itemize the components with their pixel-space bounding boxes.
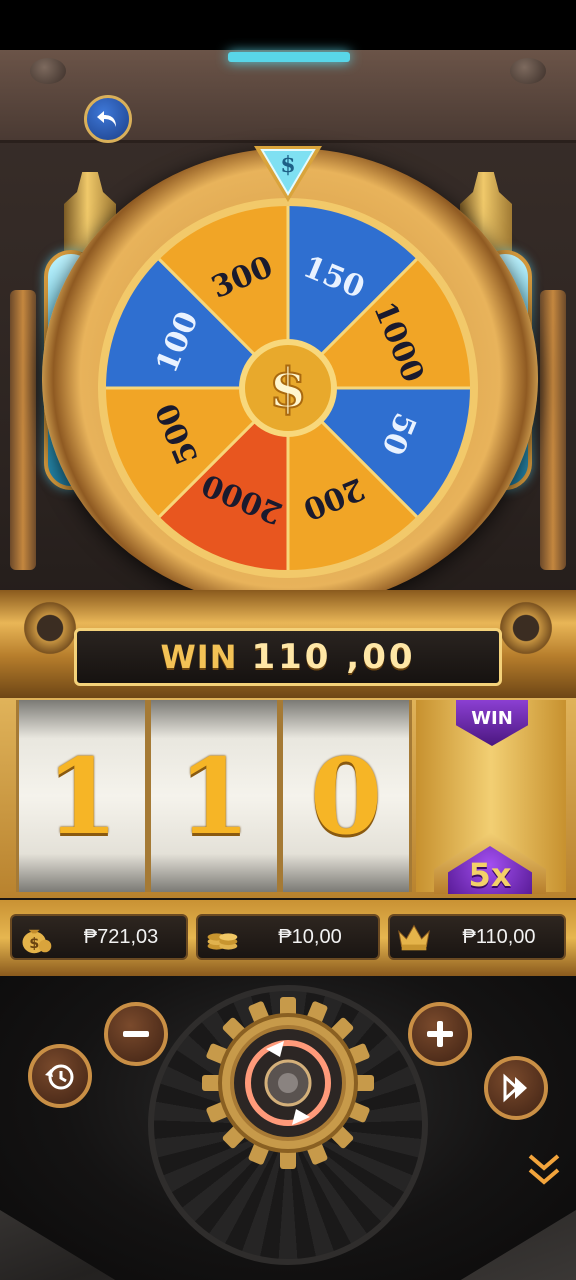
reel-digit: 1 bbox=[45, 734, 119, 858]
spin-refresh-icon bbox=[202, 997, 374, 1169]
right-column bbox=[540, 290, 566, 570]
gear-decoration bbox=[496, 598, 556, 658]
win-amount: 110 ,00 bbox=[251, 637, 416, 677]
reel-1: 1 bbox=[16, 700, 148, 892]
decrease-bet-button[interactable] bbox=[104, 1002, 168, 1066]
minus-icon bbox=[123, 1031, 149, 1037]
left-column bbox=[10, 290, 36, 570]
status-bar bbox=[0, 0, 576, 50]
reel-digit: 0 bbox=[309, 734, 383, 858]
reel-3: 0 bbox=[280, 700, 412, 892]
prize-wheel: 1501000502002000500100300 $ bbox=[98, 198, 478, 578]
wheel-center-symbol: $ bbox=[269, 356, 307, 420]
wheel-pointer: $ bbox=[248, 136, 328, 206]
balance-value: ₱721,03 bbox=[83, 925, 159, 948]
screw bbox=[510, 58, 546, 84]
screw bbox=[30, 58, 66, 84]
svg-text:$: $ bbox=[29, 936, 39, 952]
win-display: ₱110,00 bbox=[388, 914, 566, 960]
win-banner: WIN 110 ,00 bbox=[74, 628, 502, 686]
bet-display: ₱10,00 bbox=[196, 914, 380, 960]
crown-win-icon bbox=[394, 917, 434, 957]
undo-arrow-icon bbox=[97, 111, 116, 127]
win-label: WIN bbox=[160, 638, 238, 676]
spin-button[interactable] bbox=[200, 995, 376, 1171]
dollar-diamond-icon: $ bbox=[254, 146, 322, 202]
reel-2: 1 bbox=[148, 700, 280, 892]
chevron-double-down-icon[interactable] bbox=[526, 1150, 562, 1190]
reel-digit: 1 bbox=[177, 734, 251, 858]
history-button[interactable] bbox=[28, 1044, 92, 1108]
win-value: ₱110,00 bbox=[462, 925, 536, 948]
gear-decoration bbox=[20, 598, 80, 658]
turbo-button[interactable] bbox=[484, 1056, 548, 1120]
plus-icon bbox=[427, 1021, 453, 1047]
wheel-top-symbol: $ bbox=[280, 152, 295, 178]
history-clock-icon bbox=[45, 1064, 74, 1090]
bet-value: ₱10,00 bbox=[278, 925, 342, 948]
fast-forward-icon bbox=[503, 1073, 527, 1103]
back-button[interactable] bbox=[84, 95, 132, 143]
balance-display: $ ₱721,03 bbox=[10, 914, 188, 960]
top-light bbox=[228, 52, 350, 62]
money-bag-icon: $ bbox=[16, 917, 56, 957]
coin-stack-icon bbox=[202, 917, 242, 957]
increase-bet-button[interactable] bbox=[408, 1002, 472, 1066]
